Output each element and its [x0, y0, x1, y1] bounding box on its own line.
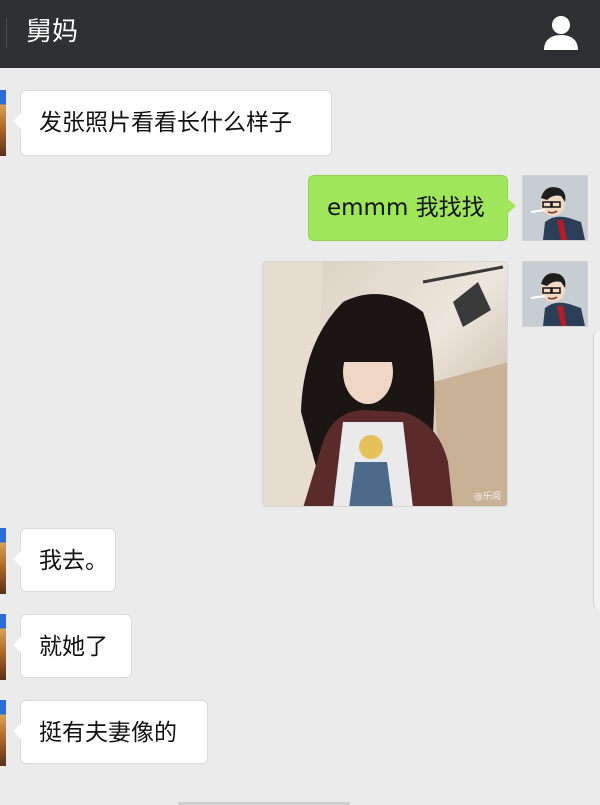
my-avatar[interactable]	[522, 175, 588, 241]
chat-header: 舅妈	[0, 0, 600, 68]
incoming-message[interactable]: 发张照片看看长什么样子	[13, 90, 332, 156]
incoming-message[interactable]: 就她了	[13, 614, 132, 678]
person-icon	[544, 16, 578, 50]
contact-avatar[interactable]	[0, 90, 6, 156]
cartoon-man-avatar-icon	[523, 262, 587, 326]
my-avatar[interactable]	[522, 261, 588, 327]
contact-avatar[interactable]	[0, 528, 6, 594]
photo-watermark: @乐阅	[473, 492, 501, 502]
contact-avatar[interactable]	[0, 614, 6, 680]
message-list[interactable]: 发张照片看看长什么样子 emmm 我找找 @乐阅 我去。 就她了 挺有夫妻像的	[0, 68, 600, 805]
profile-button[interactable]	[540, 12, 582, 54]
shared-photo[interactable]: @乐阅	[262, 261, 508, 507]
incoming-message[interactable]: 挺有夫妻像的	[13, 700, 208, 764]
cartoon-man-avatar-icon	[523, 176, 587, 240]
chat-title: 舅妈	[26, 17, 79, 47]
outgoing-message[interactable]: emmm 我找找	[308, 175, 516, 241]
contact-avatar[interactable]	[0, 700, 6, 766]
photo-image	[263, 262, 507, 506]
chat-screen: 舅妈 发张照片看看长什么样子 emmm 我找找 @乐阅 我去。 就她了 挺有夫妻…	[0, 0, 600, 805]
header-divider	[6, 18, 7, 48]
incoming-message[interactable]: 我去。	[13, 528, 116, 592]
scroll-indicator[interactable]	[593, 330, 600, 610]
